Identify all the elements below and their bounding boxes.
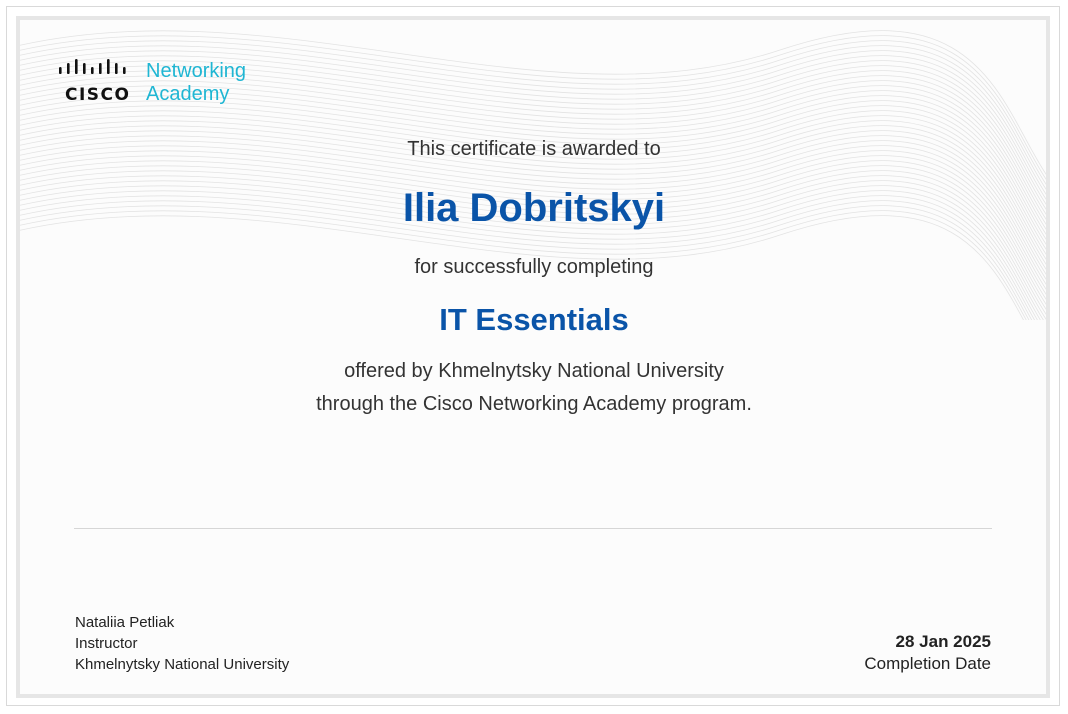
- signature-divider: [74, 528, 992, 529]
- awarded-to-text: This certificate is awarded to: [407, 138, 661, 160]
- completion-date-label: Completion Date: [864, 654, 991, 673]
- instructor-role: Instructor: [75, 635, 138, 652]
- completion-date: 28 Jan 2025: [895, 632, 991, 651]
- instructor-name: Nataliia Petliak: [75, 614, 175, 631]
- recipient-name: Ilia Dobritskyi: [402, 186, 666, 230]
- cisco-networking-academy-logo: CISCO Networking Academy: [56, 58, 276, 108]
- completing-text: for successfully completing: [414, 256, 654, 278]
- offered-by-text: offered by Khmelnytsky National Universi…: [344, 360, 724, 382]
- logo-networking-text: Networking: [146, 60, 247, 82]
- wave-line: [20, 145, 1046, 290]
- program-text: through the Cisco Networking Academy pro…: [316, 393, 752, 415]
- course-name: IT Essentials: [439, 302, 629, 337]
- logo-academy-text: Academy: [146, 83, 230, 105]
- cisco-wordmark: CISCO: [65, 85, 131, 105]
- instructor-organization: Khmelnytsky National University: [75, 656, 290, 673]
- certificate-frame: [16, 16, 1050, 698]
